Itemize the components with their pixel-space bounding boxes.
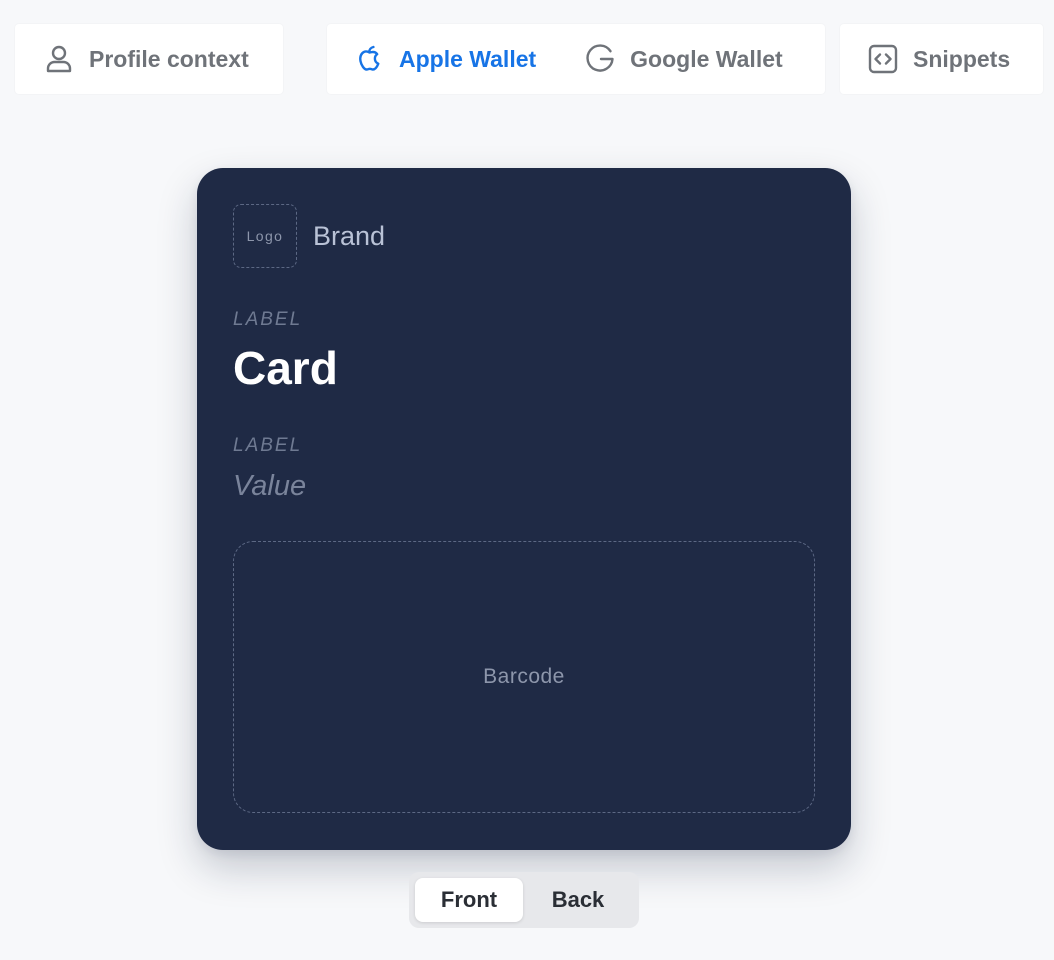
tab-snippets[interactable]: Snippets — [867, 43, 1010, 75]
card-side-toggle: Front Back — [409, 872, 639, 928]
snippets-tab-group: Snippets — [840, 24, 1043, 94]
primary-field-label: LABEL — [233, 309, 303, 330]
pass-card-preview: Logo Brand LABEL Card LABEL Value Barcod… — [197, 168, 851, 850]
code-icon — [867, 43, 899, 75]
profile-context-tab-group: Profile context — [15, 24, 283, 94]
wallet-tab-group: Apple Wallet Google Wallet — [327, 24, 825, 94]
logo-placeholder: Logo — [233, 204, 297, 268]
tab-apple-wallet[interactable]: Apple Wallet — [353, 43, 536, 75]
brand-name: Brand — [313, 221, 386, 251]
barcode-placeholder: Barcode — [233, 541, 815, 813]
back-button[interactable]: Back — [523, 878, 633, 922]
secondary-field-label: LABEL — [233, 435, 303, 456]
google-icon — [584, 43, 616, 75]
tab-profile-context-label: Profile context — [89, 45, 249, 72]
tab-google-wallet-label: Google Wallet — [630, 45, 783, 72]
tab-snippets-label: Snippets — [913, 45, 1011, 72]
front-button[interactable]: Front — [415, 878, 523, 922]
primary-field-value: Card — [233, 342, 338, 394]
tab-apple-wallet-label: Apple Wallet — [399, 45, 537, 72]
tab-profile-context[interactable]: Profile context — [43, 43, 249, 75]
apple-icon — [353, 43, 385, 75]
user-icon — [43, 43, 75, 75]
secondary-field-value: Value — [233, 470, 307, 502]
tab-google-wallet[interactable]: Google Wallet — [584, 43, 783, 75]
